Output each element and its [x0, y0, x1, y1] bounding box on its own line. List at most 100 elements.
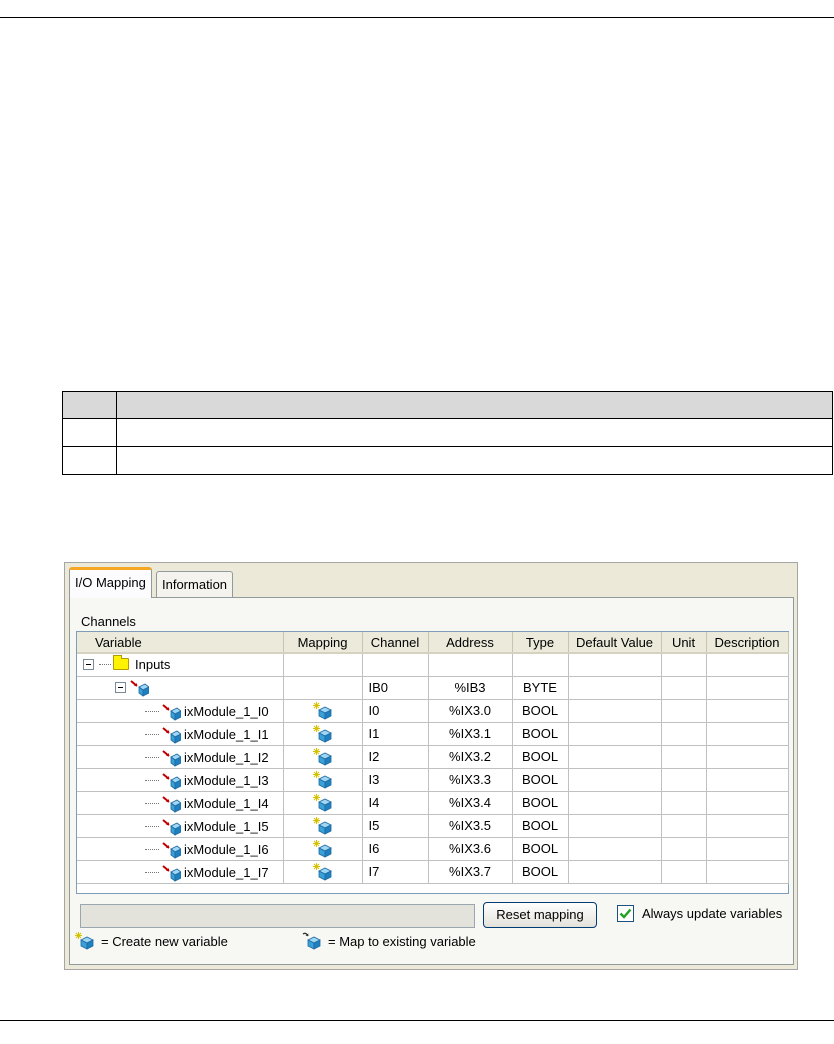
folder-label: Inputs [135, 656, 171, 672]
io-mapping-panel: I/O Mapping Information Channels Variabl… [64, 562, 798, 970]
collapse-toggle[interactable] [83, 658, 94, 670]
map-existing-variable-icon [302, 932, 321, 950]
channel-cell: I1 [362, 722, 429, 746]
byte-channel-row[interactable]: IB0 %IB3 BYTE [77, 676, 789, 700]
description-cell[interactable] [706, 699, 789, 723]
type-cell: BOOL [512, 837, 569, 861]
default-value-cell[interactable] [568, 722, 662, 746]
default-value-cell[interactable] [568, 814, 662, 838]
channel-cell: I5 [362, 814, 429, 838]
page-bottom-rule [0, 1020, 834, 1021]
grid-header-row: Variable Mapping Channel Address Type De… [77, 632, 789, 654]
tab-information[interactable]: Information [156, 571, 234, 598]
variable-name[interactable]: ixModule_1_I3 [184, 773, 269, 788]
create-new-variable-icon [312, 816, 332, 835]
description-cell[interactable] [706, 768, 789, 792]
variable-row[interactable]: ixModule_1_I6 I6 %IX3.6 BOOL [77, 837, 789, 861]
variable-name[interactable]: ixModule_1_I7 [184, 865, 269, 880]
map-existing-variable-icon [162, 864, 181, 882]
description-cell[interactable] [706, 722, 789, 746]
variable-row[interactable]: ixModule_1_I0 I0 %IX3.0 BOOL [77, 699, 789, 723]
doc-table [62, 391, 833, 475]
column-header-unit[interactable]: Unit [661, 632, 707, 654]
collapse-toggle[interactable] [115, 682, 126, 693]
map-existing-variable-icon [162, 841, 181, 859]
address-cell: %IX3.1 [428, 722, 513, 746]
variable-name[interactable]: ixModule_1_I0 [184, 704, 269, 719]
map-existing-variable-icon [162, 749, 181, 767]
variable-name[interactable]: ixModule_1_I5 [184, 819, 269, 834]
column-header-variable[interactable]: Variable [77, 632, 284, 654]
type-cell: BOOL [512, 791, 569, 815]
variable-row[interactable]: ixModule_1_I1 I1 %IX3.1 BOOL [77, 722, 789, 746]
mapping-cell[interactable] [283, 814, 363, 838]
tab-io-mapping[interactable]: I/O Mapping [69, 567, 152, 598]
unit-cell[interactable] [661, 722, 707, 746]
description-cell[interactable] [706, 814, 789, 838]
variable-row[interactable]: ixModule_1_I4 I4 %IX3.4 BOOL [77, 791, 789, 815]
default-value-cell[interactable] [568, 745, 662, 769]
column-header-description[interactable]: Description [706, 632, 789, 654]
check-icon [619, 908, 632, 919]
inputs-folder-row[interactable]: Inputs [77, 653, 789, 677]
address-cell: %IB3 [428, 676, 513, 700]
column-header-default-value[interactable]: Default Value [568, 632, 662, 654]
always-update-label: Always update variables [642, 906, 783, 921]
legend-map-existing-label: = Map to existing variable [328, 933, 476, 949]
mapping-cell[interactable] [283, 699, 363, 723]
variable-row[interactable]: ixModule_1_I2 I2 %IX3.2 BOOL [77, 745, 789, 769]
mapping-cell[interactable] [283, 837, 363, 861]
default-value-cell[interactable] [568, 791, 662, 815]
mapping-cell[interactable] [283, 722, 363, 746]
default-value-cell[interactable] [568, 860, 662, 884]
variable-row[interactable]: ixModule_1_I7 I7 %IX3.7 BOOL [77, 860, 789, 884]
variable-name[interactable]: ixModule_1_I1 [184, 727, 269, 742]
mapping-cell[interactable] [283, 791, 363, 815]
address-cell: %IX3.6 [428, 837, 513, 861]
default-value-cell[interactable] [568, 768, 662, 792]
always-update-option[interactable]: Always update variables [617, 905, 782, 922]
always-update-checkbox[interactable] [617, 905, 634, 922]
type-cell: BYTE [512, 676, 569, 700]
map-existing-variable-icon [162, 818, 181, 836]
unit-cell[interactable] [661, 860, 707, 884]
column-header-type[interactable]: Type [512, 632, 569, 654]
legend-create-new-label: = Create new variable [101, 933, 228, 949]
create-new-variable-icon [312, 839, 332, 858]
variable-name[interactable]: ixModule_1_I6 [184, 842, 269, 857]
type-cell: BOOL [512, 768, 569, 792]
unit-cell[interactable] [661, 837, 707, 861]
variable-name[interactable]: ixModule_1_I2 [184, 750, 269, 765]
create-new-variable-icon [312, 747, 332, 766]
column-header-mapping[interactable]: Mapping [283, 632, 363, 654]
description-cell[interactable] [706, 837, 789, 861]
channel-cell: I6 [362, 837, 429, 861]
description-cell[interactable] [706, 745, 789, 769]
column-header-address[interactable]: Address [428, 632, 513, 654]
variable-row[interactable]: ixModule_1_I3 I3 %IX3.3 BOOL [77, 768, 789, 792]
column-header-channel[interactable]: Channel [362, 632, 429, 654]
mapping-cell[interactable] [283, 745, 363, 769]
mapping-cell[interactable] [283, 768, 363, 792]
folder-icon [113, 655, 129, 671]
unit-cell[interactable] [661, 768, 707, 792]
type-cell: BOOL [512, 699, 569, 723]
address-cell: %IX3.7 [428, 860, 513, 884]
variable-row[interactable]: ixModule_1_I5 I5 %IX3.5 BOOL [77, 814, 789, 838]
default-value-cell[interactable] [568, 699, 662, 723]
mapping-cell[interactable] [283, 860, 363, 884]
address-cell: %IX3.2 [428, 745, 513, 769]
reset-mapping-button[interactable]: Reset mapping [483, 902, 597, 928]
variable-name[interactable]: ixModule_1_I4 [184, 796, 269, 811]
description-cell[interactable] [706, 791, 789, 815]
unit-cell[interactable] [661, 814, 707, 838]
default-value-cell[interactable] [568, 837, 662, 861]
description-cell[interactable] [706, 860, 789, 884]
unit-cell[interactable] [661, 791, 707, 815]
channel-cell: I7 [362, 860, 429, 884]
unit-cell[interactable] [661, 699, 707, 723]
channel-cell: I4 [362, 791, 429, 815]
legend-create-new: = Create new variable [75, 932, 228, 950]
channel-cell: I0 [362, 699, 429, 723]
unit-cell[interactable] [661, 745, 707, 769]
